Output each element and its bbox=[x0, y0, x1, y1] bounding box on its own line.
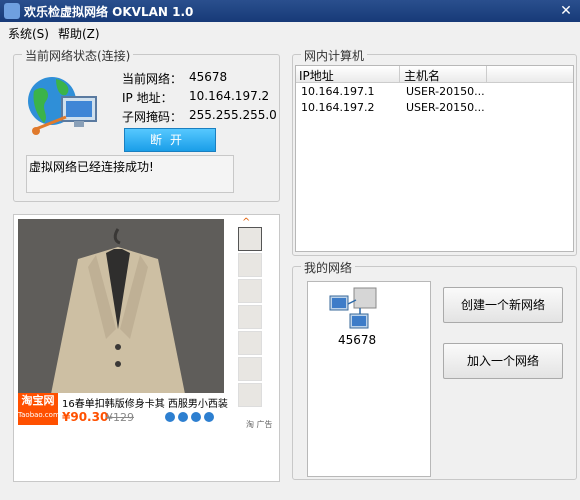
ad-price: ¥90.30 bbox=[62, 410, 109, 424]
title-bar: 欢乐检虚拟网络 OKVLAN 1.0 ✕ bbox=[0, 0, 580, 22]
column-hostname[interactable]: 主机名 bbox=[404, 67, 440, 84]
menu-bar: 系统(S) 帮助(Z) bbox=[0, 22, 580, 42]
ad-product-title: 16春单扣韩版修身卡其 西服男小西装 bbox=[62, 399, 228, 410]
my-network-list[interactable]: 45678 bbox=[307, 281, 431, 477]
create-network-button[interactable]: 创建一个新网络 bbox=[443, 287, 563, 323]
current-network-value: 45678 bbox=[189, 70, 228, 84]
list-header: IP地址 主机名 bbox=[296, 66, 573, 83]
ad-old-price: ¥129 bbox=[106, 411, 134, 424]
column-ip[interactable]: IP地址 bbox=[299, 67, 334, 84]
disconnect-button[interactable]: 断开 bbox=[124, 128, 216, 152]
lan-computer-list[interactable]: IP地址 主机名 10.164.197.1 USER-20150... 10.1… bbox=[295, 65, 574, 252]
lan-computers-group: 网内计算机 IP地址 主机名 10.164.197.1 USER-20150..… bbox=[292, 47, 577, 256]
close-button[interactable]: ✕ bbox=[558, 3, 574, 19]
table-row[interactable]: 10.164.197.1 USER-20150... bbox=[296, 83, 573, 99]
thumb-item[interactable] bbox=[238, 331, 262, 355]
network-globe-icon bbox=[26, 69, 100, 143]
status-message-box: 虚拟网络已经连接成功! bbox=[26, 155, 234, 193]
row-host: USER-20150... bbox=[406, 101, 485, 114]
ad-caption[interactable]: 淘宝网 Taobao.com 16春单扣韩版修身卡其 西服男小西装 ¥90.30… bbox=[18, 393, 228, 425]
row-ip: 10.164.197.2 bbox=[301, 101, 375, 114]
row-ip: 10.164.197.1 bbox=[301, 85, 375, 98]
network-item-label: 45678 bbox=[338, 333, 377, 347]
status-group: 当前网络状态(连接) 当前网络： 45678 IP 地址： 10.164.197… bbox=[13, 47, 280, 202]
network-computers-icon[interactable] bbox=[328, 286, 380, 332]
taobao-logo: 淘宝网 Taobao.com bbox=[18, 393, 60, 425]
status-message: 虚拟网络已经连接成功! bbox=[29, 160, 154, 174]
status-group-title: 当前网络状态(连接) bbox=[22, 47, 134, 64]
window-title: 欢乐检虚拟网络 OKVLAN 1.0 bbox=[24, 5, 194, 19]
my-network-group: 我的网络 45678 创建一个新网络 加入一个网络 bbox=[292, 259, 577, 480]
row-host: USER-20150... bbox=[406, 85, 485, 98]
ad-mark: 淘 广告 bbox=[246, 420, 273, 429]
subnet-mask-value: 255.255.255.0 bbox=[189, 108, 277, 122]
join-network-button[interactable]: 加入一个网络 bbox=[443, 343, 563, 379]
thumb-item[interactable] bbox=[238, 227, 262, 251]
table-row[interactable]: 10.164.197.2 USER-20150... bbox=[296, 99, 573, 115]
my-network-group-title: 我的网络 bbox=[301, 259, 356, 276]
ad-panel[interactable]: ^ 淘宝网 Taobao.com 16春单扣韩版修身卡其 西服男小西装 ¥90.… bbox=[13, 214, 280, 482]
current-network-label: 当前网络： bbox=[122, 72, 183, 86]
thumb-item[interactable] bbox=[238, 383, 262, 407]
lan-group-title: 网内计算机 bbox=[301, 47, 368, 64]
thumb-item[interactable] bbox=[238, 305, 262, 329]
thumb-item[interactable] bbox=[238, 253, 262, 277]
ip-address-label: IP 地址： bbox=[122, 91, 173, 105]
ad-badge-icons bbox=[164, 411, 220, 423]
ad-thumbnail-strip[interactable]: ^ bbox=[238, 217, 262, 422]
subnet-mask-label: 子网掩码： bbox=[122, 110, 183, 124]
ip-address-value: 10.164.197.2 bbox=[189, 89, 270, 103]
thumb-item[interactable] bbox=[238, 357, 262, 381]
menu-system[interactable]: 系统(S) bbox=[8, 25, 49, 42]
app-icon bbox=[4, 3, 20, 19]
menu-help[interactable]: 帮助(Z) bbox=[58, 25, 100, 42]
thumb-item[interactable] bbox=[238, 279, 262, 303]
